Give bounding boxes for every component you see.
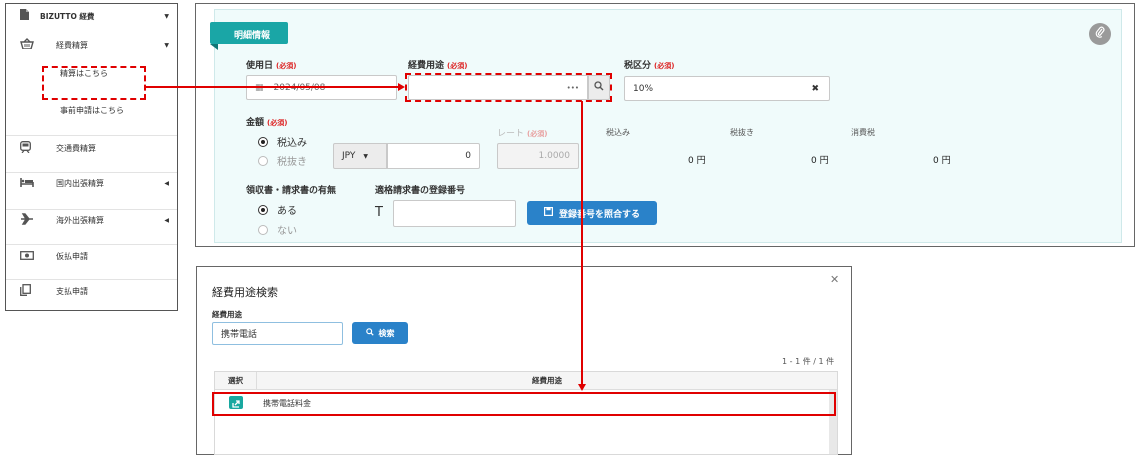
amount-tax-excluded-radio[interactable]: 税抜き (258, 153, 307, 168)
expense-purpose-label: 経費用途 (必須) (408, 61, 468, 71)
close-icon[interactable]: ✕ (830, 273, 839, 286)
bed-icon (20, 177, 34, 190)
annotation-arrow-line (581, 101, 583, 385)
annotation-arrow-line (146, 86, 398, 88)
amount-label: 金額 (必須) (246, 118, 288, 128)
paperclip-icon (1095, 26, 1105, 41)
annotation-field-highlight (405, 73, 612, 102)
tax-excluded-value: 0 円 (811, 156, 829, 166)
amount-input[interactable]: 0 (387, 143, 480, 169)
receipt-yes-radio[interactable]: ある (258, 202, 297, 217)
attachment-button[interactable] (1089, 23, 1111, 45)
invoice-prefix: T (375, 205, 383, 220)
radio-dot (258, 224, 268, 235)
tax-category-select[interactable]: 10% ✖ (624, 76, 830, 101)
invoice-number-label: 適格請求書の登録番号 (375, 186, 466, 196)
modal-field-label: 経費用途 (212, 310, 242, 319)
use-date-label: 使用日 (必須) (246, 61, 297, 71)
caret-down-icon: ▼ (363, 152, 369, 160)
header-purpose: 経費用途 (532, 376, 562, 385)
caret-left-icon: ◀ (164, 216, 169, 224)
caret-left-icon: ◀ (164, 179, 169, 187)
annotation-arrowhead (578, 384, 586, 391)
money-icon (20, 250, 34, 263)
sidebar-item-label: 交通費精算 (56, 143, 96, 153)
section-title: 明細情報 (210, 22, 288, 44)
sidebar-item-label: 仮払申請 (56, 251, 88, 261)
radio-dot (258, 136, 268, 147)
tag-fold (210, 44, 218, 50)
rate-input[interactable]: 1.0000 (497, 143, 579, 169)
sidebar: BIZUTTO 経費 ▼ 経費精算 ▼ 精算はこちら 事前申請はこちら 交通費精… (5, 3, 178, 311)
divider (6, 135, 177, 136)
amount-tax-included-radio[interactable]: 税込み (258, 134, 307, 149)
divider (6, 279, 177, 280)
table-header: 選択 経費用途 (215, 372, 837, 390)
tax-category-label: 税区分 (必須) (624, 61, 675, 71)
divider (6, 172, 177, 173)
detail-panel (195, 3, 1135, 247)
airplane-icon (20, 212, 34, 228)
annotation-arrowhead (398, 83, 405, 91)
receipt-label: 領収書・請求書の有無 (246, 186, 337, 196)
radio-dot (258, 155, 268, 166)
currency-select[interactable]: JPY ▼ (333, 143, 387, 169)
tax-category-value: 10% (633, 83, 654, 94)
caret-down-icon: ▼ (164, 12, 169, 20)
invoice-number-input[interactable] (393, 200, 516, 227)
rate-value: 1.0000 (538, 151, 571, 161)
tax-included-header: 税込み (606, 128, 630, 137)
sidebar-item-label: 経費精算 (56, 40, 88, 50)
train-icon (20, 140, 31, 156)
caret-down-icon: ▼ (164, 41, 169, 49)
sidebar-item-label: 国内出張精算 (56, 178, 104, 188)
divider (6, 209, 177, 210)
app-title: BIZUTTO 経費 (40, 11, 95, 21)
sidebar-item-label: 支払申請 (56, 286, 88, 296)
modal-title: 経費用途検索 (212, 286, 278, 299)
tax-included-value: 0 円 (688, 156, 706, 166)
sidebar-item-label: 海外出張精算 (56, 215, 104, 225)
divider (6, 244, 177, 245)
search-icon (365, 328, 374, 338)
detail-section (214, 9, 1122, 243)
header-select: 選択 (215, 372, 257, 390)
consumption-tax-value: 0 円 (933, 156, 951, 166)
copy-icon (20, 283, 31, 299)
annotation-row-highlight (212, 392, 836, 416)
modal-search-input[interactable]: 携帯電話 (212, 322, 343, 345)
modal-search-button[interactable]: 検索 (352, 322, 408, 344)
currency-value: JPY (342, 151, 356, 161)
radio-dot (258, 204, 268, 215)
save-icon (543, 207, 553, 219)
receipt-no-radio[interactable]: ない (258, 222, 297, 237)
consumption-tax-header: 消費税 (851, 128, 875, 137)
rate-label: レート (必須) (497, 129, 548, 139)
tax-excluded-header: 税抜き (730, 128, 754, 137)
annotation-sidebar-highlight (42, 66, 146, 100)
amount-value: 0 (465, 151, 471, 161)
document-icon (20, 9, 29, 23)
clear-icon[interactable]: ✖ (811, 84, 819, 94)
result-count: 1 - 1 件 / 1 件 (782, 357, 835, 366)
verify-invoice-button[interactable]: 登録番号を照合する (527, 201, 657, 225)
basket-icon (20, 38, 34, 52)
sidebar-item-label: 事前申請はこちら (60, 105, 124, 115)
